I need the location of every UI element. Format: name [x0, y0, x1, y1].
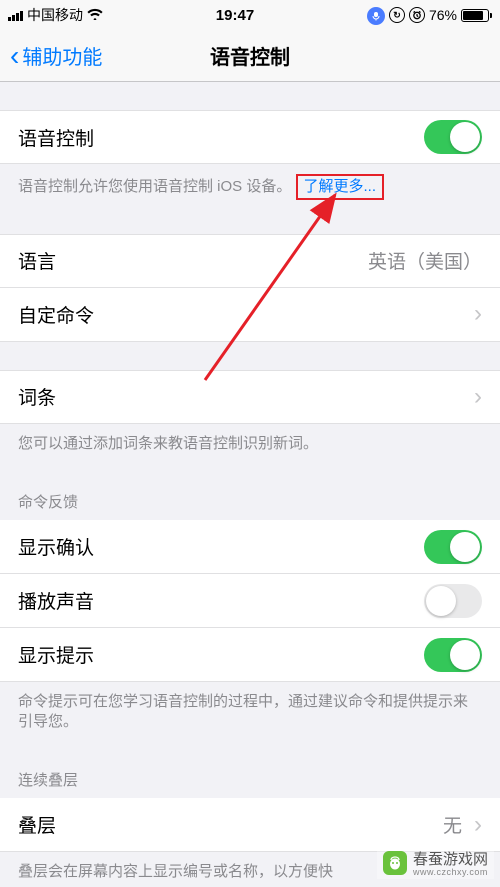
show-hint-label: 显示提示 — [18, 641, 94, 668]
back-button[interactable]: ‹ 辅助功能 — [10, 41, 102, 70]
overlay-header: 连续叠层 — [0, 751, 500, 798]
vocabulary-footer: 您可以通过添加词条来教语音控制识别新词。 — [0, 424, 500, 460]
language-value: 英语（美国） — [368, 247, 482, 274]
play-sound-row[interactable]: 播放声音 — [0, 574, 500, 628]
custom-commands-row[interactable]: 自定命令 › — [0, 288, 500, 342]
show-hint-row[interactable]: 显示提示 — [0, 628, 500, 682]
battery-percent: 76% — [429, 7, 457, 23]
back-label: 辅助功能 — [22, 41, 102, 70]
show-confirm-row[interactable]: 显示确认 — [0, 520, 500, 574]
watermark-name: 春蚕游戏网 — [413, 851, 488, 868]
overlay-label: 叠层 — [18, 811, 56, 838]
show-confirm-label: 显示确认 — [18, 533, 94, 560]
chevron-right-icon: › — [474, 811, 482, 839]
watermark-url: www.czchxy.com — [413, 867, 488, 877]
chevron-left-icon: ‹ — [10, 42, 19, 70]
wifi-icon — [87, 7, 103, 23]
carrier-label: 中国移动 — [27, 5, 83, 25]
overlay-value: 无 — [443, 811, 462, 838]
watermark: 春蚕游戏网 www.czchxy.com — [377, 846, 494, 879]
vocabulary-label: 词条 — [18, 383, 56, 410]
voice-control-footer: 语音控制允许您使用语音控制 iOS 设备。 了解更多... — [0, 164, 500, 206]
show-confirm-switch[interactable] — [424, 530, 482, 564]
nav-bar: ‹ 辅助功能 语音控制 — [0, 30, 500, 82]
chevron-right-icon: › — [474, 300, 482, 328]
learn-more-highlight: 了解更多... — [296, 174, 385, 200]
show-hint-switch[interactable] — [424, 638, 482, 672]
rotation-lock-icon: ↻ — [389, 7, 405, 23]
voice-control-footer-text: 语音控制允许您使用语音控制 iOS 设备。 — [18, 178, 291, 195]
overlay-row[interactable]: 叠层 无 › — [0, 798, 500, 852]
signal-icon — [8, 9, 23, 21]
language-row[interactable]: 语言 英语（美国） — [0, 234, 500, 288]
status-bar: 中国移动 19:47 ↻ 76% — [0, 0, 500, 30]
status-time: 19:47 — [216, 7, 254, 24]
language-label: 语言 — [18, 247, 56, 274]
voice-control-active-icon — [367, 7, 385, 25]
voice-control-label: 语音控制 — [18, 124, 94, 151]
watermark-icon — [383, 851, 407, 875]
vocabulary-row[interactable]: 词条 › — [0, 370, 500, 424]
play-sound-switch[interactable] — [424, 584, 482, 618]
custom-commands-label: 自定命令 — [18, 301, 94, 328]
chevron-right-icon: › — [474, 383, 482, 411]
voice-control-toggle-row[interactable]: 语音控制 — [0, 110, 500, 164]
alarm-icon — [409, 7, 425, 23]
feedback-footer: 命令提示可在您学习语音控制的过程中，通过建议命令和提供提示来引导您。 — [0, 682, 500, 737]
status-left: 中国移动 — [8, 5, 103, 25]
feedback-header: 命令反馈 — [0, 473, 500, 520]
settings-content: 语音控制 语音控制允许您使用语音控制 iOS 设备。 了解更多... 语言 英语… — [0, 110, 500, 887]
battery-icon — [461, 9, 492, 22]
play-sound-label: 播放声音 — [18, 587, 94, 614]
learn-more-link[interactable]: 了解更多... — [304, 178, 377, 195]
status-right: ↻ 76% — [367, 6, 492, 24]
voice-control-switch[interactable] — [424, 120, 482, 154]
